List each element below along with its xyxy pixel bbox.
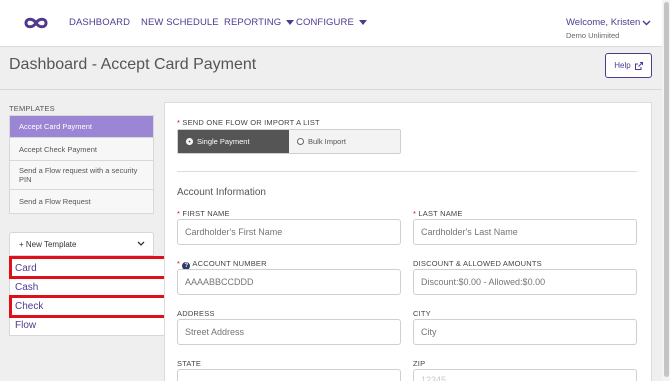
template-label: Send a Flow request with a security PIN [19,166,138,184]
zip-label: ZIP [413,359,426,368]
state-select[interactable] [177,369,401,381]
city-input[interactable] [413,319,637,345]
state-label: STATE [177,359,202,368]
page-scrollbar[interactable] [662,0,670,381]
city-label: CITY [413,309,431,318]
highlight-box-card [9,256,172,279]
zip-placeholder: 12345 [421,375,447,381]
template-accept-card-payment[interactable]: Accept Card Payment [10,116,153,138]
new-template-label: + New Template [19,239,77,249]
highlight-box-check [9,295,172,318]
address-label: ADDRESS [177,309,215,318]
nav-new-schedule[interactable]: NEW SCHEDULE [141,17,219,28]
caret-down-icon [286,20,295,25]
first-name-label: * FIRST NAME [177,209,230,218]
external-link-icon [634,61,643,70]
radio-unchecked-icon [297,138,304,145]
nav-reporting[interactable]: REPORTING [224,17,295,28]
send-mode-toggle: Single Payment Bulk Import [177,129,401,154]
template-list: Accept Card Payment Accept Check Payment… [9,115,154,214]
zip-input[interactable]: 12345 [413,369,637,381]
last-name-label: * LAST NAME [413,209,463,218]
help-label: Help [614,61,631,70]
infinity-logo-icon[interactable] [22,15,50,31]
template-send-flow-request[interactable]: Send a Flow Request [10,190,153,213]
template-label: Send a Flow Request [19,197,91,206]
template-flow-request-pin[interactable]: Send a Flow request with a security PIN [10,161,153,190]
radio-checked-icon [186,138,193,145]
scrollbar-thumb[interactable] [664,2,669,377]
organization-name: Demo Unlimited [566,31,620,40]
menu-item-cash[interactable]: Cash [15,282,38,293]
chevron-down-icon [642,20,651,25]
single-payment-option[interactable]: Single Payment [178,130,289,153]
discount-label: DISCOUNT & ALLOWED AMOUNTS [413,259,542,268]
header-divider [0,89,662,90]
page-title: Dashboard - Accept Card Payment [9,56,257,73]
template-label: Accept Check Payment [19,144,97,154]
template-label: Accept Card Payment [19,122,92,131]
address-input[interactable] [177,319,401,345]
nav-configure[interactable]: CONFIGURE [296,17,367,28]
send-mode-label: * SEND ONE FLOW OR IMPORT A LIST [177,118,320,127]
nav-dashboard[interactable]: DASHBOARD [69,17,130,28]
first-name-input[interactable] [177,219,401,245]
account-info-heading: Account Information [177,187,266,198]
template-accept-check-payment[interactable]: Accept Check Payment [10,138,153,161]
top-nav: DASHBOARD NEW SCHEDULE REPORTING CONFIGU… [0,0,670,47]
section-divider [177,171,637,172]
chevron-down-icon [137,241,145,246]
new-template-dropdown[interactable]: + New Template [9,232,154,256]
templates-heading: TEMPLATES [9,104,55,113]
last-name-input[interactable] [413,219,637,245]
help-button[interactable]: Help [605,53,652,78]
caret-down-icon [358,20,367,25]
discount-input[interactable] [413,269,637,295]
user-menu[interactable]: Welcome, Kristen [566,17,651,28]
account-number-input[interactable] [177,269,401,295]
menu-item-flow[interactable]: Flow [15,320,36,331]
bulk-import-option[interactable]: Bulk Import [289,130,400,153]
welcome-text: Welcome, Kristen [566,17,641,28]
